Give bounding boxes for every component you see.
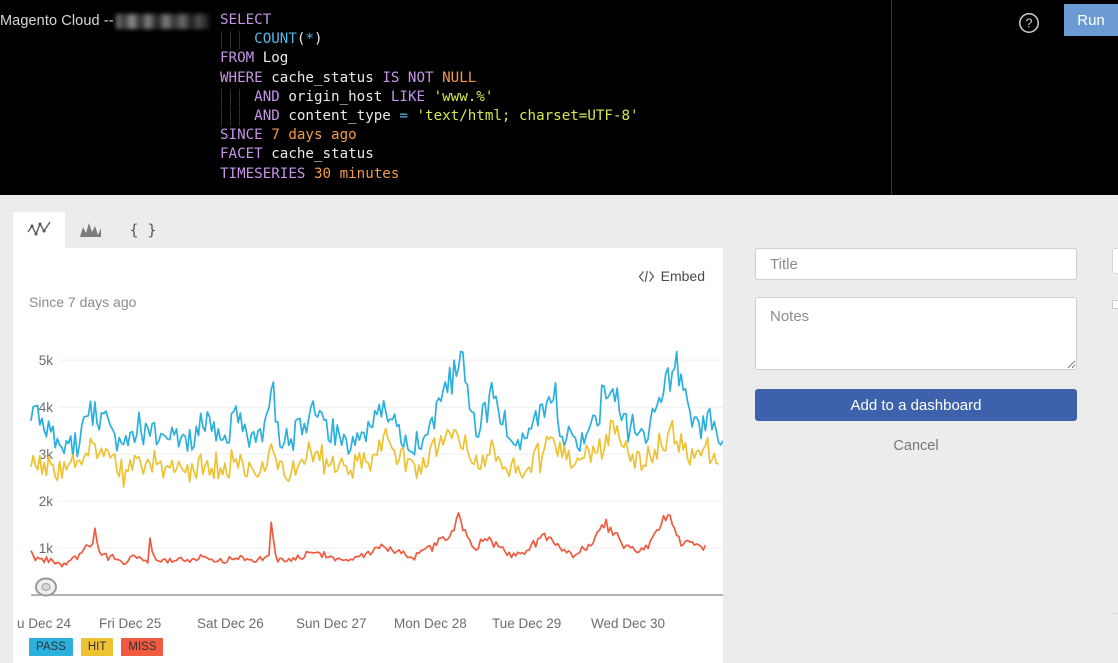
chart-legend: PASS HIT MISS [29, 638, 164, 656]
x-tick-label: Tue Dec 29 [492, 616, 562, 631]
y-tick-label: 2k [39, 494, 54, 509]
query-token: TIMESERIES [220, 165, 306, 182]
help-icon[interactable]: ? [1018, 12, 1040, 34]
x-tick-label: Sun Dec 27 [296, 616, 367, 631]
plot-svg: 1k2k3k4k5k [30, 350, 723, 597]
editor-divider [891, 0, 892, 195]
results-area: { } Embed Since 7 days ago 1k 2k 3k 4k 5k [0, 195, 1118, 663]
query-token: = [399, 107, 408, 124]
query-token [305, 166, 314, 182]
query-token [263, 127, 272, 143]
query-editor-panel[interactable]: Magento Cloud -- SELECT COUNT(*) FROM Log… [0, 0, 1118, 195]
x-tick-label: Fri Dec 25 [99, 616, 162, 631]
query-token: 7 days ago [271, 127, 357, 144]
query-line: TIMESERIES 30 minutes [220, 165, 639, 184]
notes-input[interactable] [755, 297, 1077, 370]
series-line [30, 512, 707, 568]
query-code[interactable]: SELECT COUNT(*) FROM Log WHERE cache_statu… [220, 11, 639, 184]
query-token: ) [313, 31, 323, 48]
query-token [263, 70, 272, 86]
y-tick-label: 4k [39, 400, 54, 415]
query-line: SINCE 7 days ago [220, 126, 639, 145]
query-line: WHERE cache_status IS NOT NULL [220, 69, 639, 88]
query-line: COUNT(*) [220, 30, 639, 50]
query-token: Log [262, 50, 289, 67]
json-braces-icon: { } [129, 221, 157, 239]
run-button[interactable]: Run [1064, 4, 1118, 36]
query-token: IS NOT [382, 69, 434, 86]
query-line: AND origin_host LIKE 'www.%' [220, 88, 639, 107]
query-token: AND [254, 107, 280, 124]
y-tick-label: 1k [39, 541, 54, 556]
query-token [425, 89, 434, 105]
offscreen-panel-edge [1112, 248, 1118, 274]
series-lines [30, 350, 723, 568]
offscreen-panel-edge-tertiary [1111, 613, 1118, 614]
query-token: content_type [288, 107, 391, 124]
x-tick-label: Sat Dec 26 [197, 616, 264, 631]
query-token: SELECT [220, 12, 272, 28]
y-tick-label: 5k [39, 353, 54, 368]
x-tick-label: Mon Dec 28 [394, 616, 467, 631]
tab-json[interactable]: { } [117, 212, 169, 248]
line-chart-icon [27, 221, 51, 236]
title-input[interactable] [755, 248, 1077, 280]
query-token: FROM [220, 50, 255, 67]
query-token: COUNT [254, 31, 297, 48]
gridlines [59, 359, 723, 549]
redacted-account-name [116, 14, 210, 29]
x-tick-label: u Dec 24 [17, 616, 72, 631]
x-axis-labels: u Dec 24 Fri Dec 25 Sat Dec 26 Sun Dec 27 Mo… [13, 616, 723, 636]
query-line: FACET cache_status [220, 145, 639, 164]
y-axis-labels: 1k2k3k4k5k [39, 353, 54, 556]
query-token [254, 50, 263, 66]
query-token: SINCE [220, 127, 263, 144]
code-brackets-icon [638, 270, 654, 282]
query-token: cache_status [271, 69, 374, 86]
legend-item[interactable]: HIT [80, 638, 114, 656]
query-token: NULL [442, 69, 477, 86]
legend-item[interactable]: MISS [121, 638, 164, 656]
embed-label: Embed [660, 268, 705, 284]
query-token: FACET [220, 146, 263, 163]
scrub-handle-icon[interactable] [35, 577, 57, 597]
cancel-button[interactable]: Cancel [755, 438, 1077, 454]
x-tick-label: Wed Dec 30 [591, 616, 666, 631]
query-token: WHERE [220, 69, 263, 86]
tab-area-chart[interactable] [65, 212, 117, 248]
embed-button[interactable]: Embed [638, 268, 705, 284]
query-token [263, 146, 272, 162]
query-line: SELECT [220, 11, 639, 30]
query-token: 'www.%' [433, 88, 494, 105]
visualization-tabs: { } [13, 212, 169, 248]
query-token: 30 minutes [313, 165, 400, 182]
query-token: 'text/html; charset=UTF-8' [416, 107, 639, 124]
query-token: origin_host [288, 88, 383, 105]
offscreen-panel-edge-secondary [1112, 300, 1118, 309]
legend-item[interactable]: PASS [29, 638, 73, 656]
account-label: Magento Cloud -- [0, 13, 114, 29]
query-token [382, 89, 391, 105]
query-token: AND [254, 88, 280, 105]
query-line: FROM Log [220, 49, 639, 68]
svg-text:?: ? [1026, 17, 1033, 31]
query-token [434, 70, 443, 86]
chart-time-range-label: Since 7 days ago [29, 294, 137, 310]
query-line: AND content_type = 'text/html; charset=U… [220, 107, 639, 126]
add-to-dashboard-button[interactable]: Add to a dashboard [755, 389, 1077, 421]
query-token: cache_status [271, 146, 374, 163]
query-token: * [305, 31, 314, 48]
query-token: LIKE [390, 88, 426, 105]
timeseries-plot[interactable]: 1k 2k 3k 4k 5k [13, 324, 723, 614]
chart-card: Embed Since 7 days ago 1k 2k 3k 4k 5k u Dec … [13, 248, 723, 663]
area-chart-icon [80, 223, 101, 237]
save-chart-panel: Add to a dashboard Cancel [755, 248, 1077, 454]
tab-line-chart[interactable] [13, 212, 65, 248]
